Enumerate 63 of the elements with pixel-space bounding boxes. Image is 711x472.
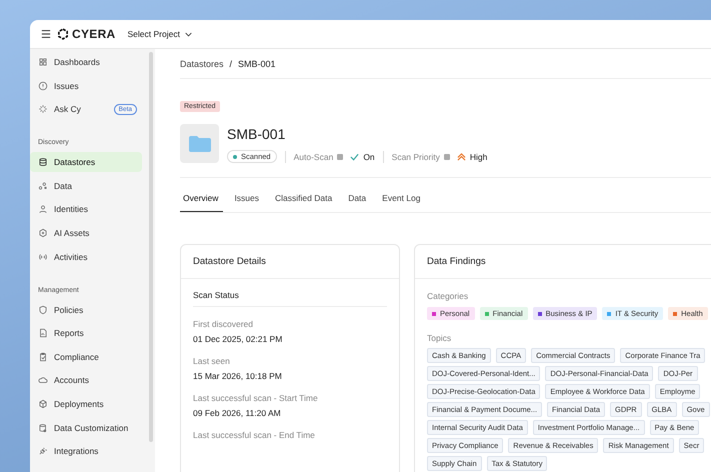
- nav-icon: [38, 204, 48, 214]
- nav-icon: [38, 328, 48, 338]
- nav-icon: [38, 104, 48, 114]
- auto-scan-value: On: [363, 152, 375, 162]
- auto-scan-label: Auto-Scan: [294, 152, 334, 162]
- nav-icon: [38, 446, 48, 456]
- tab[interactable]: Issues: [229, 187, 264, 212]
- sidebar-item[interactable]: Policies: [30, 300, 142, 320]
- breadcrumb-separator: /: [230, 58, 232, 68]
- brand-name: CYERA: [72, 27, 116, 41]
- sidebar-item[interactable]: Dashboards: [30, 52, 142, 72]
- field-label: Last seen: [193, 356, 231, 366]
- sidebar-item[interactable]: Issues: [30, 76, 142, 96]
- tab[interactable]: Overview: [180, 187, 224, 212]
- nav-icon: [38, 252, 48, 262]
- sidebar-item[interactable]: Identities: [30, 199, 142, 220]
- nav-icon: [38, 375, 48, 386]
- scan-priority-label: Scan Priority: [392, 152, 440, 162]
- nav-icon: [38, 157, 48, 168]
- datastore-title: SMB-001: [227, 126, 286, 142]
- nav-icon: [38, 422, 48, 433]
- nav-icon: [38, 352, 48, 362]
- section-title: Scan Status: [193, 279, 387, 307]
- field-label: First discovered: [193, 319, 254, 329]
- scan-priority-value: High: [470, 152, 488, 162]
- project-select[interactable]: Select Project: [128, 29, 192, 39]
- breadcrumb-link[interactable]: Datastores: [180, 58, 224, 68]
- tab[interactable]: Event Log: [377, 187, 426, 212]
- field-value: 09 Feb 2026, 11:20 AM: [193, 408, 282, 418]
- folder-icon: [188, 136, 210, 152]
- sidebar-item[interactable]: Compliance: [30, 346, 142, 367]
- sidebar-item[interactable]: Integrations: [30, 441, 142, 462]
- field-value: 01 Dec 2025, 02:21 PM: [193, 334, 284, 344]
- sidebar-item[interactable]: Reports: [30, 323, 142, 344]
- sidebar-item[interactable]: Deployments: [30, 394, 142, 414]
- nav-icon: [38, 80, 48, 91]
- info-icon: [444, 154, 450, 160]
- nav-icon: [38, 304, 48, 315]
- check-icon: [350, 152, 360, 160]
- field-value: 15 Mar 2026, 10:18 PM: [193, 371, 283, 381]
- categories-label: Categories: [427, 291, 470, 301]
- chevron-down-icon: [184, 32, 192, 36]
- sidebar-item[interactable]: Activities: [30, 246, 142, 267]
- tab[interactable]: Classified Data: [270, 187, 338, 212]
- info-icon: [337, 154, 344, 160]
- logo-icon: [57, 28, 69, 40]
- topics-label: Topics: [427, 333, 452, 343]
- sidebar-item[interactable]: Datastores: [30, 152, 142, 172]
- card-title: Data Findings: [415, 245, 711, 279]
- sidebar-item[interactable]: Data Customization: [30, 418, 142, 438]
- sidebar-item[interactable]: Data: [30, 176, 142, 196]
- nav-icon: [38, 57, 48, 67]
- card-title: Datastore Details: [181, 245, 399, 279]
- sidebar-item[interactable]: AI Assets: [30, 222, 142, 243]
- nav-icon: [38, 398, 48, 409]
- menu-icon[interactable]: [41, 29, 51, 39]
- sidebar-item[interactable]: Accounts: [30, 370, 142, 390]
- nav-icon: [38, 228, 48, 238]
- field-label: Last successful scan - End Time: [193, 430, 316, 440]
- tab[interactable]: Data: [343, 187, 372, 212]
- nav-icon: [38, 180, 48, 191]
- double-chevron-up-icon: [456, 152, 466, 160]
- field-label: Last successful scan - Start Time: [193, 393, 319, 403]
